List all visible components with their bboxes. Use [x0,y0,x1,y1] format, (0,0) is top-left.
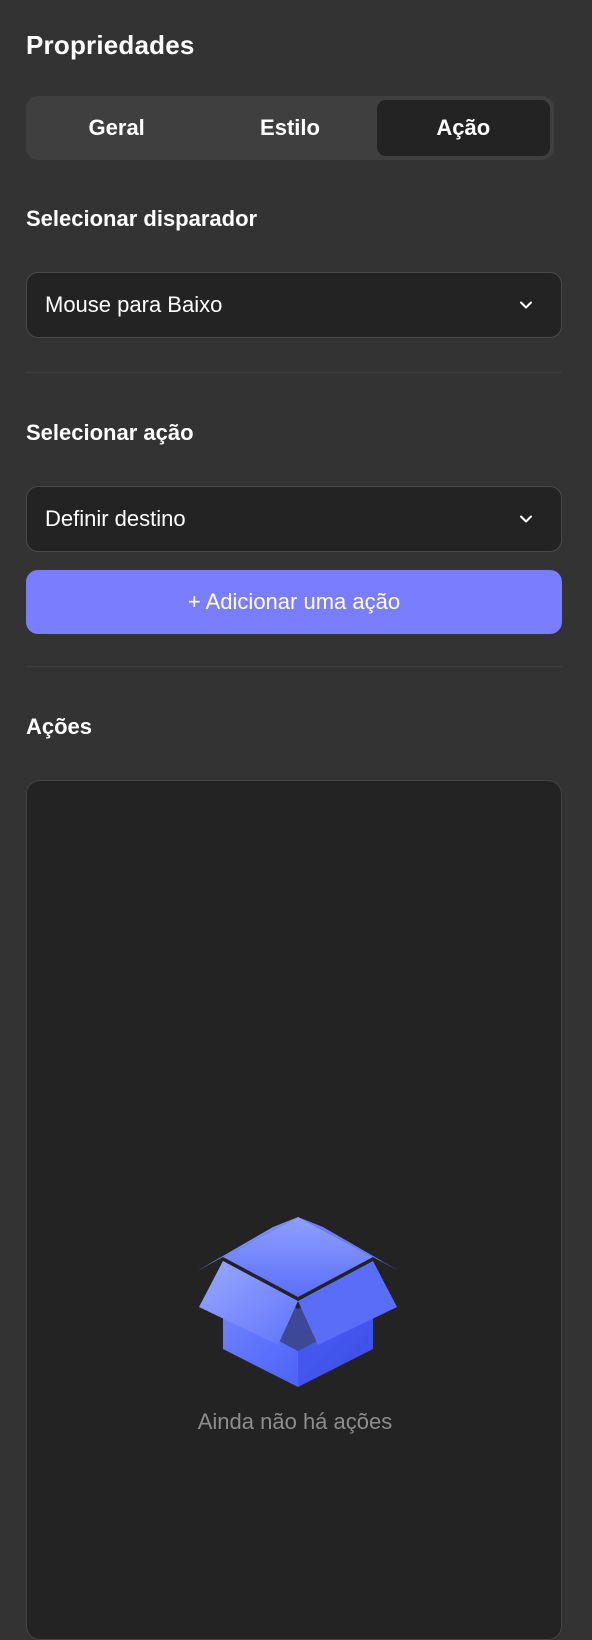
trigger-select[interactable]: Mouse para Baixo [26,272,562,338]
divider [26,372,562,373]
tab-geral[interactable]: Geral [30,100,203,156]
empty-state-text: Ainda não há ações [197,1409,393,1434]
tab-estilo[interactable]: Estilo [203,100,376,156]
actions-section-label: Ações [26,714,93,739]
actions-list: Ainda não há ações [26,780,562,1640]
tab-bar: Geral Estilo Ação [26,96,554,160]
action-section-label: Selecionar ação [26,420,194,445]
trigger-section-label: Selecionar disparador [26,206,258,231]
chevron-down-icon [517,510,535,528]
open-box-icon [193,1209,403,1389]
tab-acao[interactable]: Ação [376,100,550,156]
properties-panel: Propriedades Geral Estilo Ação Seleciona… [0,0,592,1640]
action-select[interactable]: Definir destino [26,486,562,552]
add-action-button[interactable]: + Adicionar uma ação [26,570,562,634]
divider [26,666,562,667]
chevron-down-icon [517,296,535,314]
trigger-select-value: Mouse para Baixo [45,292,223,317]
panel-title: Propriedades [26,30,195,60]
action-select-value: Definir destino [45,506,186,531]
